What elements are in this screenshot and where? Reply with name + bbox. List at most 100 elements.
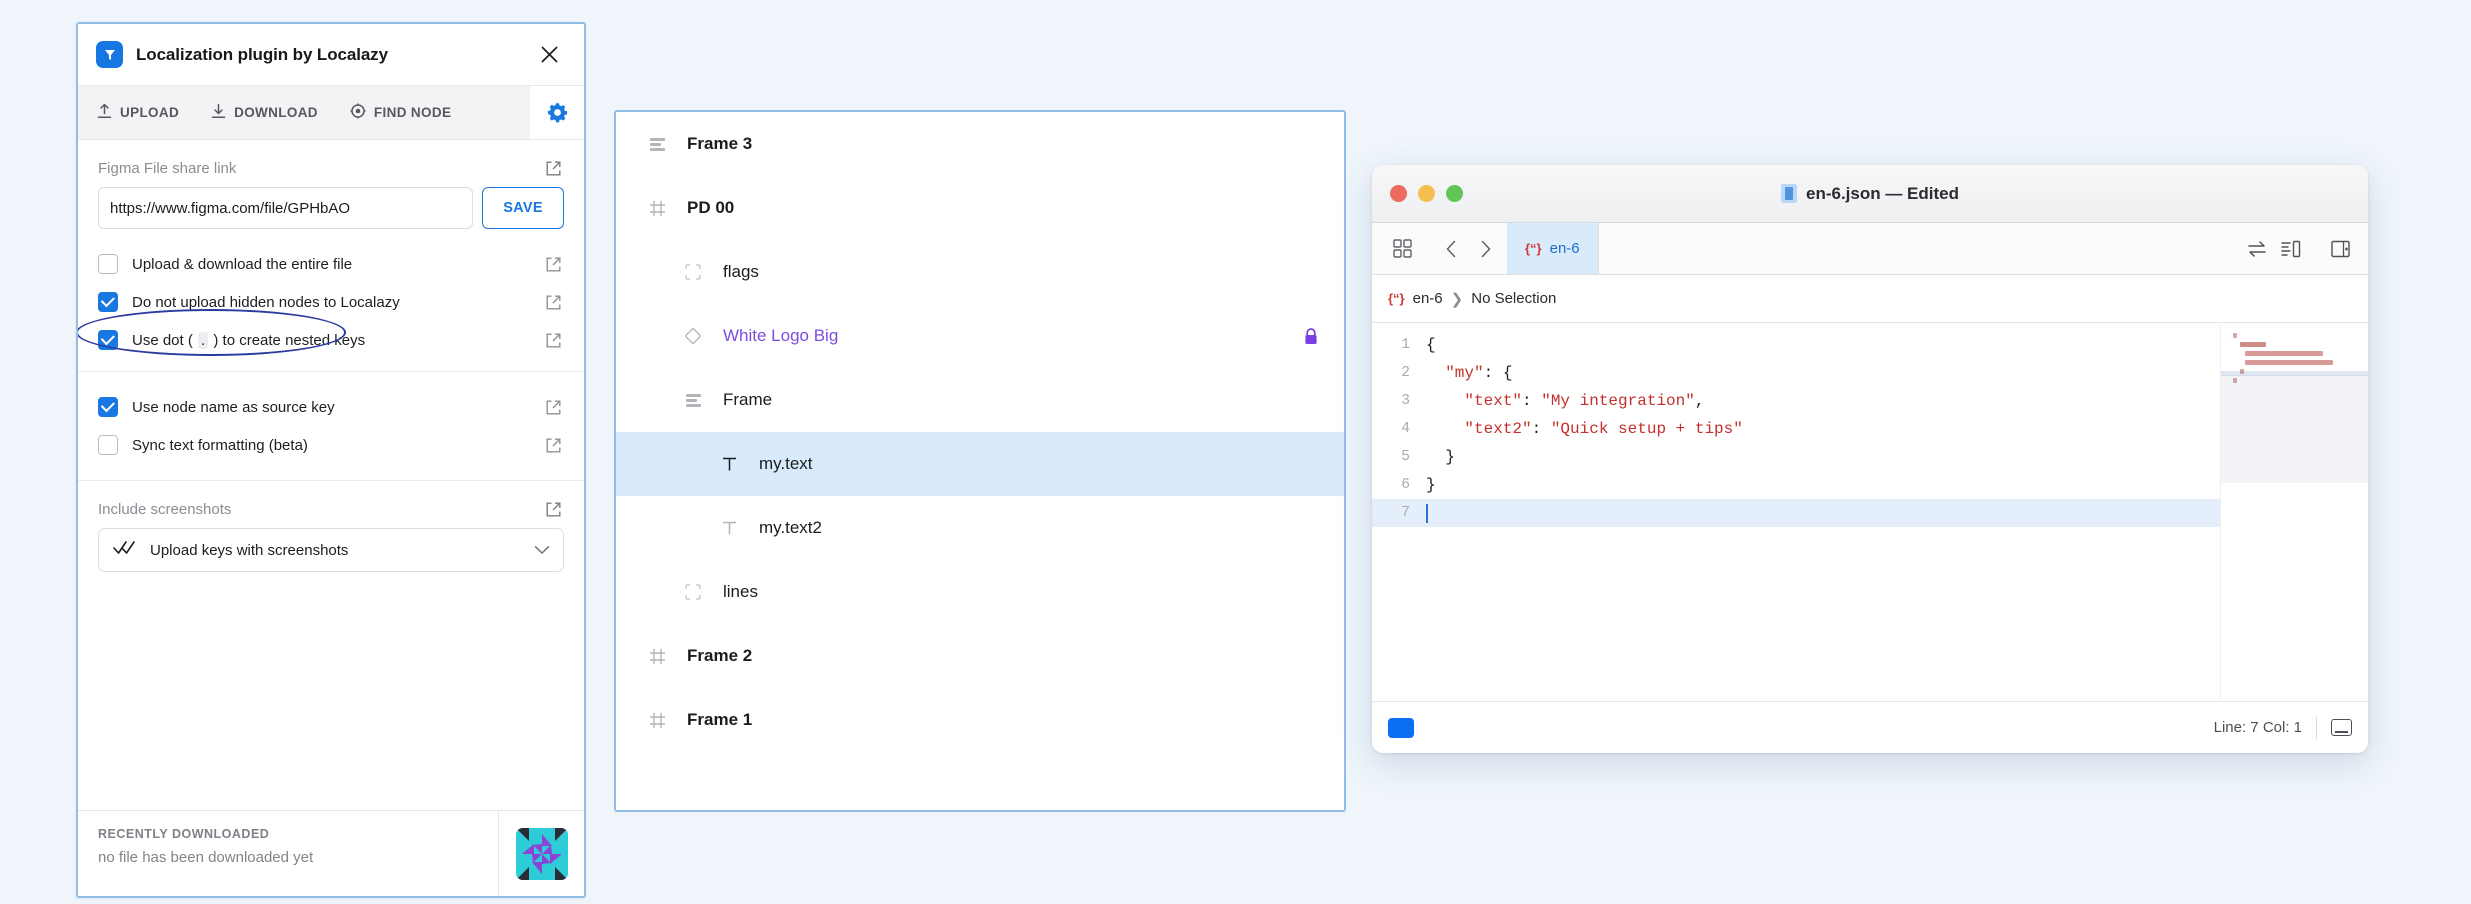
tab-en-6[interactable]: {“} en-6 — [1507, 223, 1599, 274]
minimap[interactable] — [2220, 323, 2368, 701]
double-check-icon — [113, 540, 137, 560]
code-line: 3 "text" : "My integration" , — [1372, 387, 2220, 415]
close-icon[interactable] — [534, 40, 564, 70]
layer-name: my.text2 — [759, 518, 822, 538]
line-col-indicator[interactable]: Line: 7 Col: 1 — [2214, 719, 2302, 736]
editor-titlebar[interactable]: en-6.json — Edited — [1372, 165, 2368, 223]
layer-row[interactable]: flags — [616, 240, 1344, 304]
chevron-left-icon[interactable] — [1435, 233, 1467, 265]
layer-name: Frame 1 — [687, 710, 752, 730]
option-row-hidden-nodes[interactable]: Do not upload hidden nodes to Localazy — [98, 283, 564, 321]
screenshots-select-value: Upload keys with screenshots — [150, 542, 534, 559]
outline-panel-icon[interactable] — [2275, 233, 2307, 265]
unsaved-indicator[interactable] — [1388, 718, 1414, 738]
grid-view-icon[interactable] — [1386, 233, 1418, 265]
external-link-icon[interactable] — [545, 437, 562, 454]
device-preview-icon[interactable] — [2331, 719, 2352, 736]
external-link-icon[interactable] — [545, 256, 562, 273]
inspector-panel-icon[interactable] — [2324, 233, 2356, 265]
line-number: 4 — [1372, 421, 1426, 437]
layer-name: Frame 2 — [687, 646, 752, 666]
group-icon — [678, 264, 708, 280]
code-key: "text" — [1464, 392, 1522, 410]
frame-icon — [642, 712, 672, 729]
breadcrumb-selection[interactable]: No Selection — [1471, 290, 1556, 307]
layer-name: Frame 3 — [687, 134, 752, 154]
external-link-icon[interactable] — [545, 399, 562, 416]
editor-tabbar: {“} en-6 — [1372, 223, 2368, 275]
target-icon — [350, 103, 366, 122]
code-text: { — [1426, 336, 1436, 354]
option-row-upload-entire-file[interactable]: Upload & download the entire file — [98, 245, 564, 283]
json-braces-icon: {“} — [1388, 291, 1405, 306]
layer-row[interactable]: Frame 2 — [616, 624, 1344, 688]
external-link-icon[interactable] — [545, 501, 562, 518]
layer-row[interactable]: Frame 1 — [616, 688, 1344, 752]
toolbar-spacer — [467, 86, 530, 139]
layer-row[interactable]: Frame — [616, 368, 1344, 432]
editor-status-bar: Line: 7 Col: 1 — [1372, 701, 2368, 753]
option-row-sync-text-formatting[interactable]: Sync text formatting (beta) — [98, 426, 564, 464]
option-label: Upload & download the entire file — [132, 256, 545, 273]
download-button[interactable]: DOWNLOAD — [195, 86, 334, 139]
download-label: DOWNLOAD — [234, 105, 318, 120]
layer-row[interactable]: Frame 3 — [616, 112, 1344, 176]
share-link-input[interactable]: https://www.figma.com/file/GPHbAO — [98, 187, 473, 229]
code-key: "text2" — [1464, 420, 1531, 438]
layer-row[interactable]: my.text2 — [616, 496, 1344, 560]
chevron-down-icon[interactable] — [534, 545, 550, 555]
external-link-icon[interactable] — [545, 160, 562, 177]
download-icon — [211, 103, 226, 122]
layer-row[interactable]: my.text — [616, 432, 1344, 496]
code-text: , — [1695, 392, 1705, 410]
checkbox-node-name-source-key[interactable] — [98, 397, 118, 417]
frame-autolayout-icon — [642, 136, 672, 153]
layer-row[interactable]: PD 00 — [616, 176, 1344, 240]
close-window-button[interactable] — [1390, 185, 1407, 202]
layer-name: flags — [723, 262, 759, 282]
lock-icon[interactable] — [1304, 328, 1318, 345]
breadcrumb-file[interactable]: en-6 — [1413, 290, 1443, 307]
recently-downloaded-thumbnail[interactable] — [516, 828, 568, 880]
checkbox-hidden-nodes[interactable] — [98, 292, 118, 312]
code-indent — [1426, 448, 1445, 466]
frame-icon — [642, 200, 672, 217]
layer-row[interactable]: lines — [616, 560, 1344, 624]
option-row-node-name-source-key[interactable]: Use node name as source key — [98, 388, 564, 426]
checkbox-sync-text-formatting[interactable] — [98, 435, 118, 455]
plugin-header: Localization plugin by Localazy — [78, 24, 584, 86]
code-colon: : — [1532, 420, 1551, 438]
line-number: 1 — [1372, 337, 1426, 353]
checkbox-upload-entire-file[interactable] — [98, 254, 118, 274]
tabbar-filler — [1599, 223, 2241, 274]
minimize-window-button[interactable] — [1418, 185, 1435, 202]
external-link-icon[interactable] — [545, 332, 562, 349]
minimap-viewport[interactable] — [2221, 375, 2368, 483]
upload-button[interactable]: UPLOAD — [78, 86, 195, 139]
line-number: 2 — [1372, 365, 1426, 381]
plugin-body: Figma File share link https://www.figma.… — [78, 140, 584, 810]
code-area[interactable]: 1 { 2 "my" : { 3 "text" : "My integratio… — [1372, 323, 2220, 701]
layer-row[interactable]: White Logo Big — [616, 304, 1344, 368]
line-number: 5 — [1372, 449, 1426, 465]
find-node-button[interactable]: FIND NODE — [334, 86, 467, 139]
gear-icon[interactable] — [530, 86, 584, 139]
code-text: } — [1445, 448, 1455, 466]
share-link-label: Figma File share link — [98, 160, 236, 177]
zoom-window-button[interactable] — [1446, 185, 1463, 202]
layer-name: my.text — [759, 454, 813, 474]
external-link-icon[interactable] — [545, 294, 562, 311]
save-button[interactable]: SAVE — [482, 187, 564, 229]
screenshots-select-wrap: Upload keys with screenshots — [98, 528, 564, 572]
swap-arrows-icon[interactable] — [2241, 233, 2273, 265]
chevron-right-icon[interactable] — [1469, 233, 1501, 265]
option-row-use-dot-nested-keys[interactable]: Use dot ( . ) to create nested keys — [98, 321, 564, 359]
code-line: 6 } — [1372, 471, 2220, 499]
tab-label: en-6 — [1550, 240, 1580, 257]
code-line: 1 { — [1372, 331, 2220, 359]
share-link-section: Figma File share link https://www.figma.… — [78, 140, 584, 229]
checkbox-use-dot-nested-keys[interactable] — [98, 330, 118, 350]
screenshots-select[interactable]: Upload keys with screenshots — [98, 528, 564, 572]
options-group-secondary: Use node name as source key Sync text fo… — [78, 371, 584, 476]
find-node-label: FIND NODE — [374, 105, 451, 120]
